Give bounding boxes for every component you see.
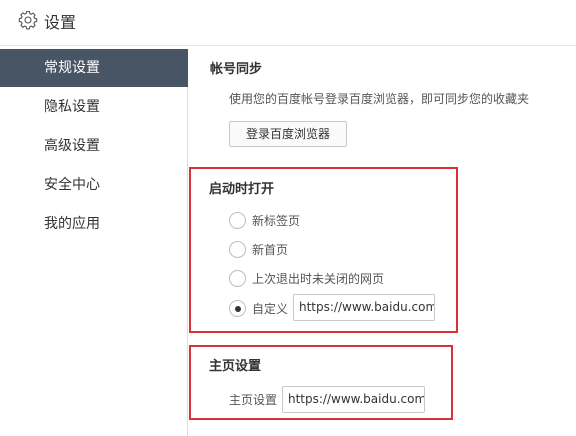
homepage-label: 主页设置 bbox=[229, 393, 278, 407]
startup-option-custom[interactable]: 自定义 bbox=[229, 298, 288, 318]
login-browser-button[interactable]: 登录百度浏览器 bbox=[229, 121, 347, 147]
sidebar-item-my-apps[interactable]: 我的应用 bbox=[0, 205, 188, 243]
sidebar-item-advanced[interactable]: 高级设置 bbox=[0, 127, 188, 165]
sidebar: 常规设置 隐私设置 高级设置 安全中心 我的应用 bbox=[0, 49, 188, 436]
radio-label-custom: 自定义 bbox=[252, 301, 289, 316]
sidebar-item-general[interactable]: 常规设置 bbox=[0, 49, 188, 87]
radio-label-restore-pages: 上次退出时未关闭的网页 bbox=[252, 271, 385, 286]
startup-option-new-tab[interactable]: 新标签页 bbox=[229, 210, 300, 230]
settings-main: 帐号同步 使用您的百度帐号登录百度浏览器，即可同步您的收藏夹 登录百度浏览器 启… bbox=[189, 46, 576, 436]
homepage-title: 主页设置 bbox=[209, 359, 262, 374]
radio-label-new-tab: 新标签页 bbox=[252, 213, 301, 228]
startup-title: 启动时打开 bbox=[209, 182, 275, 197]
account-sync-description: 使用您的百度帐号登录百度浏览器，即可同步您的收藏夹 bbox=[229, 92, 530, 106]
radio-restore-pages[interactable] bbox=[229, 269, 246, 287]
sidebar-item-security[interactable]: 安全中心 bbox=[0, 166, 188, 204]
radio-new-tab[interactable] bbox=[229, 211, 246, 229]
startup-custom-url-input[interactable]: https://www.baidu.com bbox=[293, 294, 435, 321]
sidebar-item-privacy[interactable]: 隐私设置 bbox=[0, 88, 188, 126]
homepage-url-input[interactable]: https://www.baidu.com bbox=[282, 386, 425, 413]
startup-option-new-homepage[interactable]: 新首页 bbox=[229, 239, 288, 259]
gear-icon bbox=[18, 10, 38, 30]
page-title: 设置 bbox=[44, 13, 77, 32]
radio-new-homepage[interactable] bbox=[229, 240, 246, 258]
radio-label-new-homepage: 新首页 bbox=[252, 242, 289, 257]
account-sync-title: 帐号同步 bbox=[210, 62, 263, 77]
settings-header: 设置 bbox=[0, 0, 576, 40]
startup-option-restore-pages[interactable]: 上次退出时未关闭的网页 bbox=[229, 268, 384, 288]
radio-custom[interactable] bbox=[229, 299, 246, 317]
